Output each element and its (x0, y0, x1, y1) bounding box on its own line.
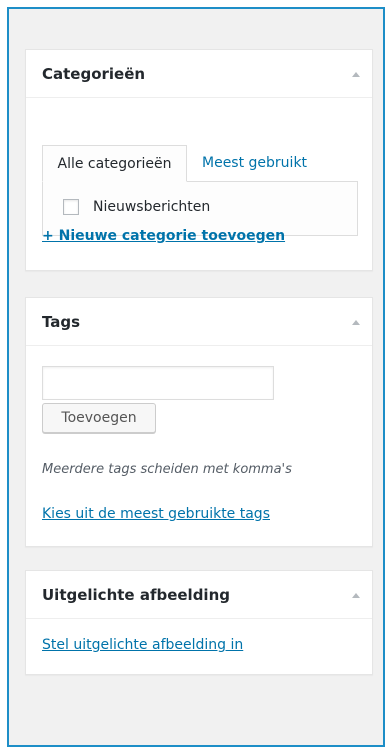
category-label: Nieuwsberichten (93, 199, 211, 215)
categories-box: Categorieën Alle categorieën Meest gebru… (25, 49, 373, 271)
collapse-arrow-icon[interactable] (352, 593, 360, 598)
tags-box: Tags Toevoegen Meerdere tags scheiden me… (25, 297, 373, 547)
sidebar-frame: Categorieën Alle categorieën Meest gebru… (7, 7, 385, 747)
categories-title: Categorieën (42, 64, 146, 83)
collapse-arrow-icon[interactable] (352, 72, 360, 77)
category-checkbox[interactable] (63, 199, 79, 215)
featured-image-header[interactable]: Uitgelichte afbeelding (26, 571, 372, 619)
tags-title: Tags (42, 312, 81, 331)
category-tabs: Alle categorieën Meest gebruikt (42, 145, 358, 182)
collapse-arrow-icon[interactable] (352, 320, 360, 325)
choose-most-used-tags-link[interactable]: Kies uit de meest gebruikte tags (42, 506, 270, 522)
category-item[interactable]: Nieuwsberichten (63, 199, 210, 215)
featured-image-title: Uitgelichte afbeelding (42, 585, 230, 604)
add-tag-button[interactable]: Toevoegen (42, 403, 156, 433)
featured-image-box: Uitgelichte afbeelding Stel uitgelichte … (25, 570, 373, 675)
add-category-link[interactable]: + Nieuwe categorie toevoegen (42, 228, 285, 244)
tags-hint: Meerdere tags scheiden met komma's (42, 462, 292, 477)
set-featured-image-link[interactable]: Stel uitgelichte afbeelding in (42, 637, 243, 653)
tab-most-used[interactable]: Meest gebruikt (202, 145, 307, 181)
tag-input[interactable] (42, 366, 274, 400)
categories-header[interactable]: Categorieën (26, 50, 372, 98)
tags-header[interactable]: Tags (26, 298, 372, 346)
tab-all-categories[interactable]: Alle categorieën (42, 145, 187, 182)
